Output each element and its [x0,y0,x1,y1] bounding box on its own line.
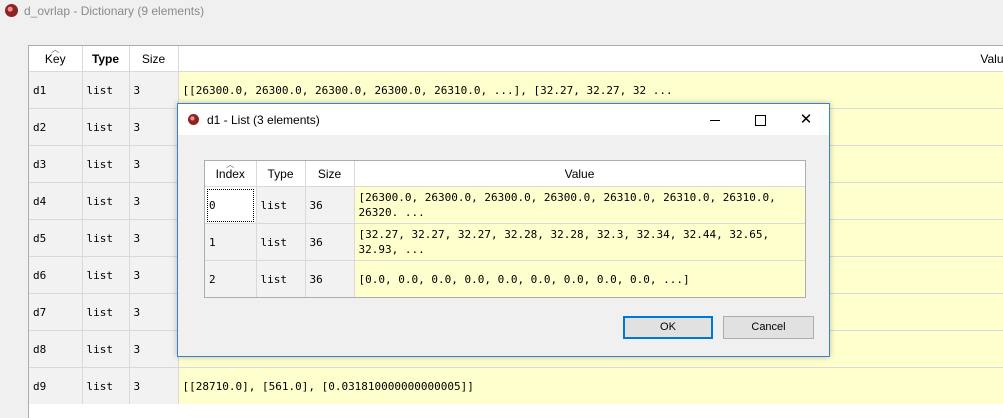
key-cell[interactable]: d8 [29,330,83,368]
key-cell[interactable]: d2 [29,108,83,146]
close-button[interactable]: ✕ [783,104,829,135]
value-cell[interactable]: [32.27, 32.27, 32.27, 32.28, 32.28, 32.3… [354,223,805,261]
column-header-type[interactable]: Type [256,161,306,187]
column-header-value[interactable]: Value [354,161,805,187]
type-cell[interactable]: list [82,71,130,109]
size-cell[interactable]: 3 [129,145,179,183]
column-header-index[interactable]: ︿ Index [205,160,257,187]
type-cell[interactable]: list [82,293,130,331]
type-cell[interactable]: list [256,260,306,297]
minimize-button[interactable] [692,104,738,135]
window-title: d_ovrlap - Dictionary (9 elements) [24,4,205,18]
table-row[interactable]: 0 list 36 [26300.0, 26300.0, 26300.0, 26300… [205,186,805,224]
index-cell[interactable]: 2 [205,260,257,297]
column-header-type[interactable]: Type [82,46,130,72]
size-cell[interactable]: 36 [305,260,355,297]
type-cell[interactable]: list [256,223,306,261]
key-cell[interactable]: d1 [29,71,83,109]
size-cell[interactable]: 3 [129,219,179,257]
table-row[interactable]: 2 list 36 [0.0, 0.0, 0.0, 0.0, 0.0, 0.0, 0.… [205,260,805,297]
size-cell[interactable]: 3 [129,182,179,220]
size-cell[interactable]: 36 [305,223,355,261]
index-cell[interactable]: 0 [205,186,257,224]
sort-ascending-icon: ︿ [226,160,235,169]
size-cell[interactable]: 3 [129,367,179,405]
app-titlebar: d_ovrlap - Dictionary (9 elements) [0,0,1003,22]
minimize-icon [710,119,720,121]
value-cell[interactable]: [26300.0, 26300.0, 26300.0, 26300.0, 263… [354,186,805,224]
dialog-title: d1 - List (3 elements) [207,113,320,127]
size-cell[interactable]: 3 [129,256,179,294]
column-header-value[interactable]: Valu [178,46,1003,72]
key-cell[interactable]: d9 [29,367,83,405]
type-cell[interactable]: list [82,256,130,294]
size-cell[interactable]: 3 [129,330,179,368]
type-cell[interactable]: list [82,182,130,220]
column-header-key[interactable]: ︿ Key [29,45,83,72]
index-cell[interactable]: 1 [205,223,257,261]
sort-ascending-icon: ︿ [51,45,60,54]
type-cell[interactable]: list [256,186,306,224]
table-row[interactable]: 1 list 36 [32.27, 32.27, 32.27, 32.28, 32.2… [205,223,805,261]
app-logo-icon [188,114,199,125]
size-cell[interactable]: 3 [129,71,179,109]
header-row: ︿ Index Type Size Value [205,161,805,187]
key-cell[interactable]: d4 [29,182,83,220]
size-cell[interactable]: 3 [129,108,179,146]
value-cell[interactable]: [[28710.0], [561.0], [0.0318100000000000… [178,367,1003,405]
type-cell[interactable]: list [82,330,130,368]
maximize-icon [754,114,766,126]
close-icon: ✕ [799,111,813,128]
column-header-size[interactable]: Size [129,46,179,72]
type-cell[interactable]: list [82,108,130,146]
app-logo-icon [5,4,18,17]
dialog-titlebar[interactable]: d1 - List (3 elements) ✕ [178,104,829,135]
list-viewer-dialog: d1 - List (3 elements) ✕ ︿ Index Type Siz… [177,103,830,357]
size-cell[interactable]: 3 [129,293,179,331]
key-cell[interactable]: d3 [29,145,83,183]
value-cell[interactable]: [0.0, 0.0, 0.0, 0.0, 0.0, 0.0, 0.0, 0.0,… [354,260,805,297]
key-cell[interactable]: d6 [29,256,83,294]
cancel-button[interactable]: Cancel [723,316,814,339]
key-cell[interactable]: d5 [29,219,83,257]
maximize-button[interactable] [737,104,783,135]
header-row: ︿ Key Type Size Valu [29,46,1003,72]
list-table[interactable]: ︿ Index Type Size Value 0 list 36 [26300.0, … [204,160,806,298]
key-cell[interactable]: d7 [29,293,83,331]
table-bottom-edge [28,404,1003,417]
ok-button[interactable]: OK [623,316,713,339]
type-cell[interactable]: list [82,219,130,257]
column-header-size[interactable]: Size [305,161,355,187]
table-row[interactable]: d9 list 3 [[28710.0], [561.0], [0.031810000… [29,367,1003,405]
type-cell[interactable]: list [82,367,130,405]
type-cell[interactable]: list [82,145,130,183]
size-cell[interactable]: 36 [305,186,355,224]
